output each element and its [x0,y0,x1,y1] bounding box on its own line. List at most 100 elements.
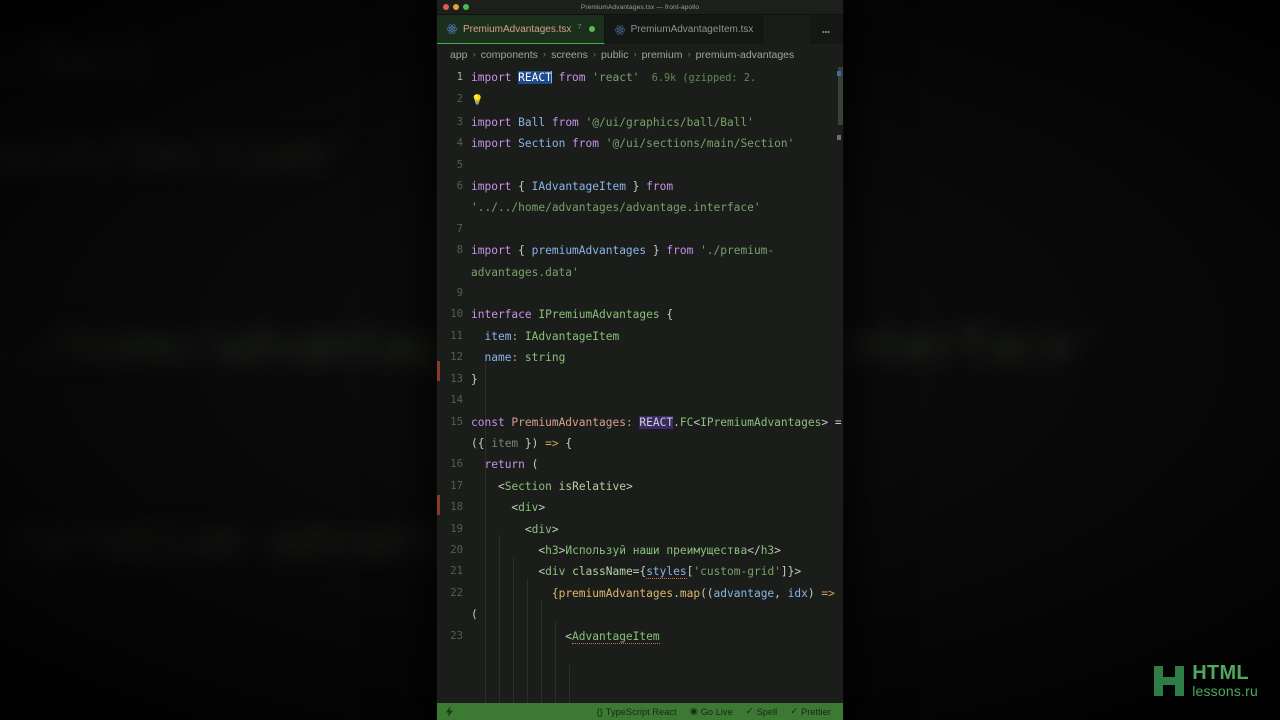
code-lines[interactable]: 1 import REACT from 'react' 6.9k (gzipped… [437,67,843,647]
code-text[interactable]: <AdvantageItem [471,626,843,647]
code-line[interactable]: 23 <AdvantageItem [437,626,843,647]
code-token: div [531,522,552,536]
code-token: Section [504,479,552,493]
code-line[interactable]: 17 <Section isRelative> [437,476,843,497]
code-token: { [558,436,573,450]
code-line[interactable]: 2💡 [437,89,843,111]
breadcrumb-separator: › [592,49,597,60]
code-text[interactable]: import Section from '@/ui/sections/main/… [471,133,843,154]
code-token: </ [747,543,761,557]
code-text[interactable]: <h3>Используй наши преимущества</h3> [471,540,843,561]
breadcrumb-separator: › [542,49,547,60]
breadcrumb-item-premium[interactable]: premium [642,49,683,61]
status-item-go-live[interactable]: ◉ Go Live [690,706,733,717]
code-token: IPremiumAdvantages [700,415,822,429]
code-line[interactable]: 5 [437,155,843,176]
code-token: styles [646,565,687,580]
code-editor[interactable]: 1 import REACT from 'react' 6.9k (gzipped… [437,65,843,703]
code-line[interactable]: 11 item: IAdvantageItem [437,326,843,347]
status-item-label: TypeScript React [605,706,677,717]
code-token: ( [524,458,539,472]
code-line[interactable]: 3 import Ball from '@/ui/graphics/ball/Ba… [437,112,843,133]
code-line[interactable]: 20 <h3>Используй наши преимущества</h3> [437,540,843,561]
code-line[interactable]: 13} [437,369,843,390]
code-text[interactable]: import { IAdvantageItem } from '../../ho… [471,176,843,219]
code-token: h3 [545,543,559,557]
tab-overflow-button[interactable]: … [810,15,843,44]
line-number: 20 [450,543,463,556]
code-token: import [471,115,519,129]
code-token: className [572,565,633,579]
code-text[interactable]: interface IPremiumAdvantages { [471,304,843,325]
code-text[interactable]: <Section isRelative> [471,476,843,497]
code-text[interactable]: return ( [471,454,843,475]
code-text[interactable]: 💡 [471,89,843,111]
code-text[interactable]: <div className={styles['custom-grid']}> [471,561,843,582]
code-line[interactable]: 4 import Section from '@/ui/sections/main… [437,133,843,154]
code-line[interactable]: 10 interface IPremiumAdvantages { [437,304,843,325]
check-icon: ✓ [790,706,799,716]
code-line[interactable]: 22 {premiumAdvantages.map((advantage, id… [437,583,843,626]
code-token: < [471,479,505,493]
line-number: 4 [456,137,463,150]
check-icon: ✓ [745,706,754,716]
code-line[interactable]: 7 [437,219,843,240]
code-text[interactable]: import REACT from 'react' 6.9k (gzipped:… [471,67,843,89]
code-token: } [625,180,647,194]
status-item-prettier[interactable]: ✓ Prettier [790,706,831,717]
code-text[interactable]: name: string [471,347,843,368]
tab-modified-dot[interactable] [588,26,595,32]
breadcrumb[interactable]: app › components › screens › public › premium › pr… [437,44,843,65]
code-token: IPremiumAdvantages [538,308,660,322]
breadcrumb-separator: › [472,49,476,60]
code-token: { [518,180,532,194]
code-token: ) [807,586,822,600]
code-line[interactable]: 9 [437,283,843,304]
code-line[interactable]: 16 return ( [437,454,843,475]
breadcrumb-item-components[interactable]: components [481,49,538,61]
code-text[interactable]: {premiumAdvantages.map((advantage, idx) … [471,583,843,626]
code-line[interactable]: 6 import { IAdvantageItem } from '../../h… [437,176,843,219]
code-line[interactable]: 18 <div> [437,497,843,518]
code-text[interactable]: <div> [471,497,843,518]
code-text[interactable]: const PremiumAdvantages: REACT.FC<IPremi… [471,412,843,455]
status-item-typescript-react[interactable]: {} TypeScript React [597,707,677,717]
code-token: import [471,244,519,258]
error-indicator [437,495,440,515]
code-text[interactable]: } [471,369,843,390]
code-text[interactable]: item: IAdvantageItem [471,326,843,347]
code-line[interactable]: 15 const PremiumAdvantages: REACT.FC<IPre… [437,412,843,455]
code-line[interactable]: 21 <div className={styles['custom-grid']… [437,561,843,582]
code-line[interactable]: 14 [437,390,843,411]
code-token: AdvantageItem [572,629,660,644]
status-item-spell[interactable]: ✓ Spell [746,706,777,717]
code-token: Используй наши преимущества [565,543,748,557]
code-token: 'custom-grid' [693,565,781,579]
code-line[interactable]: 19 <div> [437,519,843,540]
code-token: IAdvantageItem [524,329,620,343]
code-line[interactable]: 12 name: string [437,347,843,368]
breadcrumb-item-public[interactable]: public [601,49,628,61]
tab-premium-advantages[interactable]: PremiumAdvantages.tsx 7 [437,15,605,44]
tab-premium-advantage-item[interactable]: PremiumAdvantageItem.tsx [604,15,764,44]
editor-window: PremiumAdvantages.tsx — front-apollo Pre… [437,0,843,720]
code-token: : [511,351,525,365]
status-item-label: Go Live [700,706,733,717]
code-token: advantage [713,586,775,600]
remote-bolt-icon[interactable] [445,706,454,717]
line-number: 2 [456,93,463,106]
code-token: > [538,501,546,515]
code-token: from [545,115,586,129]
code-line[interactable]: 8 import { premiumAdvantages } from './pr… [437,240,843,283]
tab-label: PremiumAdvantages.tsx [463,23,572,35]
breadcrumb-item-premium-advantages[interactable]: premium-advantages [696,49,795,61]
breadcrumb-item-app[interactable]: app [450,49,468,61]
code-line[interactable]: 1 import REACT from 'react' 6.9k (gzipped… [437,67,843,89]
breadcrumb-item-screens[interactable]: screens [551,49,588,61]
code-token: } [646,244,667,258]
code-text[interactable]: <div> [471,519,843,540]
code-text[interactable]: import { premiumAdvantages } from './pre… [471,240,843,283]
line-number: 7 [456,222,463,235]
code-token: { [659,308,674,322]
code-text[interactable]: import Ball from '@/ui/graphics/ball/Bal… [471,112,843,133]
